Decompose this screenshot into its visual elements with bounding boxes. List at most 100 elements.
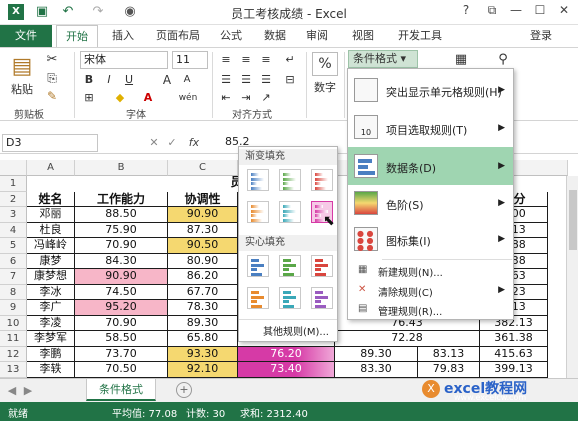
ability-cell[interactable]: 73.70 <box>75 346 168 362</box>
coordination-cell[interactable]: 80.90 <box>168 253 238 269</box>
tab-file[interactable]: 文件 <box>0 25 52 47</box>
row-header[interactable]: 8 <box>0 284 27 300</box>
coordination-cell[interactable]: 87.30 <box>168 222 238 238</box>
gradient-fill-swatch[interactable] <box>311 169 333 191</box>
help-button[interactable]: ? <box>456 3 476 21</box>
indent-increase-icon[interactable]: ⇥ <box>238 90 254 106</box>
name-cell[interactable]: 李鹏 <box>27 346 75 362</box>
menu-item-color-scales[interactable]: 色阶(S) ▶ <box>348 185 513 221</box>
tab-formulas[interactable]: 公式 <box>214 25 248 47</box>
tab-review[interactable]: 审阅 <box>300 25 334 47</box>
row-header[interactable]: 7 <box>0 269 27 285</box>
tab-insert[interactable]: 插入 <box>106 25 140 47</box>
score-cell[interactable]: 72.28 <box>335 331 480 347</box>
orientation-icon[interactable]: ↗ <box>258 90 274 106</box>
enter-icon[interactable]: ✓ <box>166 135 178 151</box>
ability-cell[interactable]: 70.50 <box>75 362 168 378</box>
row-header[interactable]: 3 <box>0 207 27 223</box>
solid-fill-swatch[interactable] <box>247 255 269 277</box>
find-icon[interactable]: ⚲ <box>494 52 512 68</box>
name-cell[interactable]: 李梦军 <box>27 331 75 347</box>
underline-button[interactable]: U <box>122 72 136 88</box>
name-cell[interactable]: 冯峰岭 <box>27 238 75 254</box>
solid-fill-swatch[interactable] <box>279 287 301 309</box>
gradient-fill-swatch[interactable] <box>247 201 269 223</box>
font-color-button[interactable]: A <box>140 90 156 106</box>
add-sheet-button[interactable]: + <box>176 382 192 398</box>
minimize-button[interactable]: — <box>506 3 526 21</box>
font-name-combo[interactable]: 宋体 <box>80 51 168 69</box>
ribbon-display-button[interactable]: ⧉ <box>482 3 502 21</box>
databar-cell[interactable]: 73.40 <box>238 362 335 378</box>
more-rules-item[interactable]: 其他规则(M)... <box>263 323 337 339</box>
font-increase-icon[interactable]: A <box>160 72 174 88</box>
align-middle-icon[interactable]: ≡ <box>238 52 254 68</box>
score-cell[interactable]: 83.30 <box>335 362 418 378</box>
coordination-cell[interactable]: 78.30 <box>168 300 238 316</box>
header-cell-ability[interactable]: 工作能力 <box>75 191 168 207</box>
font-size-combo[interactable]: 11 <box>172 51 208 69</box>
ability-cell[interactable]: 90.90 <box>75 269 168 285</box>
column-header-a[interactable]: A <box>27 160 75 176</box>
name-box[interactable]: D3 <box>2 134 98 152</box>
solid-fill-swatch[interactable] <box>311 255 333 277</box>
bold-button[interactable]: B <box>82 72 96 88</box>
menu-item-new-rule[interactable]: ▦ 新建规则(N)... <box>348 261 513 281</box>
databar-cell[interactable]: 76.20 <box>238 346 335 362</box>
borders-icon[interactable]: ⊞ <box>82 90 96 106</box>
menu-item-manage-rules[interactable]: ▤ 管理规则(R)... <box>348 301 513 319</box>
score-cell[interactable]: 89.30 <box>335 346 418 362</box>
total-cell[interactable]: 399.13 <box>480 362 548 378</box>
solid-fill-swatch[interactable] <box>279 255 301 277</box>
solid-fill-swatch[interactable] <box>311 287 333 309</box>
align-center-icon[interactable]: ☰ <box>238 72 254 88</box>
phonetic-button[interactable]: wén <box>176 90 200 106</box>
sheet-tab-active[interactable]: 条件格式 <box>86 379 156 401</box>
ability-cell[interactable]: 70.90 <box>75 315 168 331</box>
total-cell[interactable]: 361.38 <box>480 331 548 347</box>
merge-icon[interactable]: ⊟ <box>282 72 298 88</box>
name-cell[interactable]: 李冰 <box>27 284 75 300</box>
align-top-icon[interactable]: ≡ <box>218 52 234 68</box>
tab-view[interactable]: 视图 <box>346 25 380 47</box>
scrollbar-thumb[interactable] <box>569 190 577 250</box>
menu-item-icon-sets[interactable]: ● ● ● ● ● ● 图标集(I) ▶ <box>348 221 513 257</box>
menu-item-top-bottom-rules[interactable]: 10 项目选取规则(T) ▶ <box>348 109 513 147</box>
name-cell[interactable]: 李广 <box>27 300 75 316</box>
column-header-b[interactable]: B <box>75 160 168 176</box>
cells-icon[interactable]: ▦ <box>452 52 470 68</box>
tab-home[interactable]: 开始 <box>56 25 98 47</box>
font-decrease-icon[interactable]: A <box>180 72 194 88</box>
maximize-button[interactable]: ☐ <box>530 3 550 21</box>
coordination-cell[interactable]: 67.70 <box>168 284 238 300</box>
cut-icon[interactable]: ✂ <box>44 52 60 68</box>
login-link[interactable]: 登录 <box>524 25 558 47</box>
menu-item-clear-rules[interactable]: ✕ 清除规则(C) ▶ <box>348 281 513 301</box>
select-all-corner[interactable] <box>0 160 27 176</box>
coordination-cell[interactable]: 90.50 <box>168 238 238 254</box>
ability-cell[interactable]: 88.50 <box>75 207 168 223</box>
coordination-cell[interactable]: 89.30 <box>168 315 238 331</box>
score-cell[interactable]: 79.83 <box>418 362 480 378</box>
coordination-cell[interactable]: 86.20 <box>168 269 238 285</box>
row-header[interactable]: 5 <box>0 238 27 254</box>
paste-icon[interactable]: ▤ <box>8 52 36 82</box>
coordination-cell[interactable]: 90.90 <box>168 207 238 223</box>
gradient-fill-swatch[interactable] <box>279 169 301 191</box>
row-header[interactable]: 10 <box>0 315 27 331</box>
tab-data[interactable]: 数据 <box>258 25 292 47</box>
row-header[interactable]: 6 <box>0 253 27 269</box>
ability-cell[interactable]: 95.20 <box>75 300 168 316</box>
row-header[interactable]: 1 <box>0 176 27 192</box>
ability-cell[interactable]: 74.50 <box>75 284 168 300</box>
row-header[interactable]: 9 <box>0 300 27 316</box>
total-cell[interactable]: 415.63 <box>480 346 548 362</box>
align-bottom-icon[interactable]: ≡ <box>258 52 274 68</box>
ability-cell[interactable]: 84.30 <box>75 253 168 269</box>
header-cell-coordination[interactable]: 协调性 <box>168 191 238 207</box>
copy-icon[interactable]: ⎘ <box>44 70 60 86</box>
indent-decrease-icon[interactable]: ⇤ <box>218 90 234 106</box>
menu-item-data-bars[interactable]: 数据条(D) ▶ <box>348 147 513 185</box>
number-format-button[interactable]: 数字 <box>310 80 340 96</box>
conditional-format-button[interactable]: 条件格式 ▾ <box>348 50 418 68</box>
